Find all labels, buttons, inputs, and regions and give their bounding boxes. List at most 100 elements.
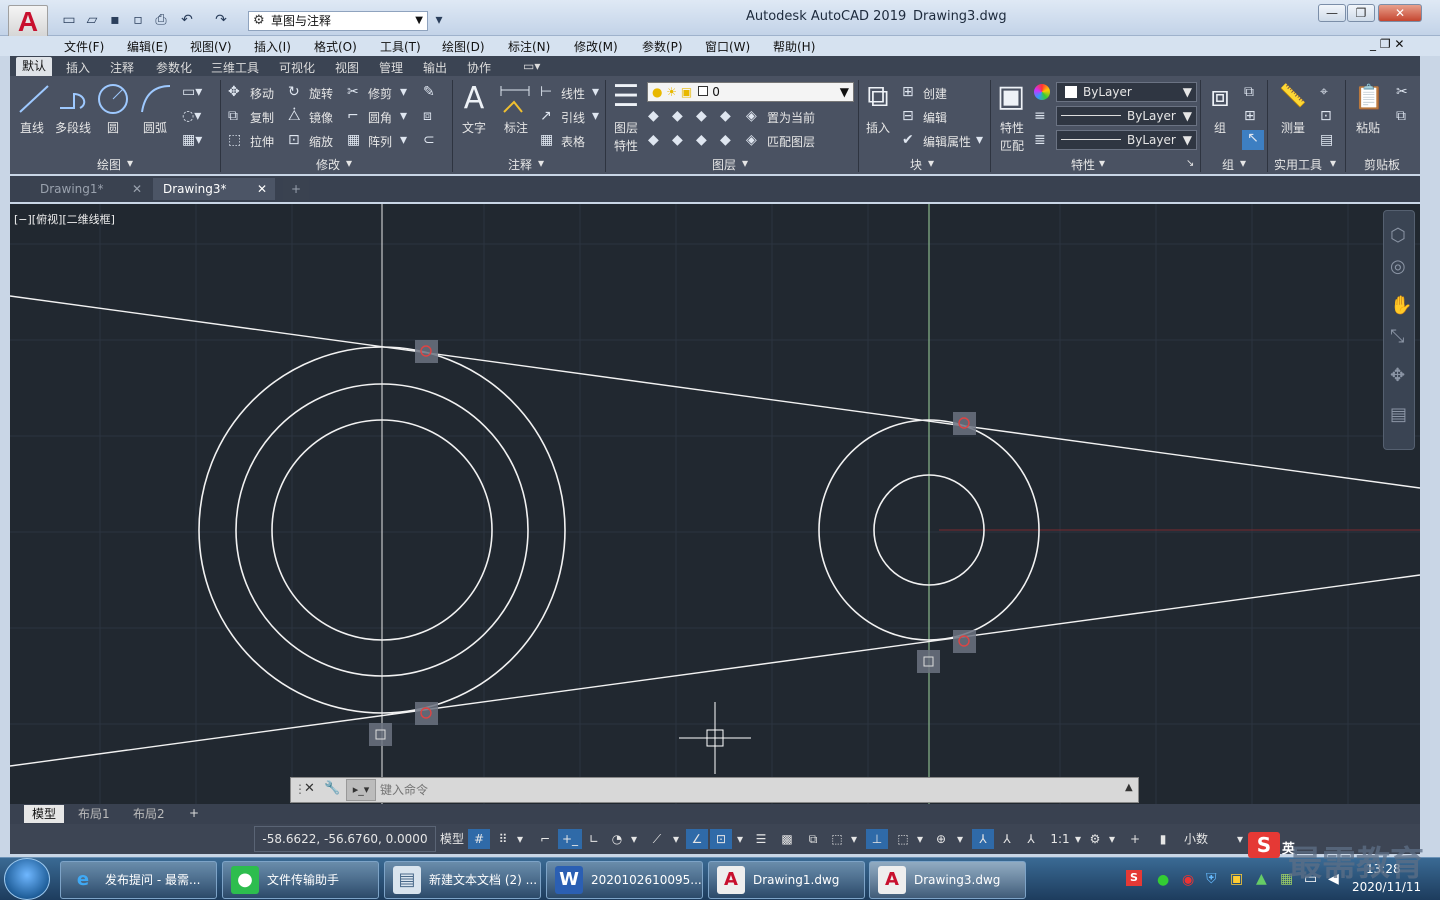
leader-dropdown-icon[interactable]: ▾ [592,108,599,124]
workspace-dropdown-icon[interactable]: ▾ [1106,829,1118,849]
layer-thaw-icon[interactable]: ◆ [696,132,707,148]
block-panel-expand-icon[interactable]: ▾ [928,156,934,170]
ribbon-toggle-icon[interactable]: ▭▾ [523,59,540,73]
gizmo-icon[interactable]: ⊕ [930,829,952,849]
infer-constraints-icon[interactable]: ⌐ [534,829,556,849]
text-label[interactable]: 文字 [462,119,486,136]
taskbar-item-wechat[interactable]: ● 文件传输助手 [222,861,379,899]
layer-unlock-icon[interactable]: ◆ [720,132,731,148]
menu-dimension[interactable]: 标注(N) [508,38,550,55]
fillet-icon[interactable]: ⌐ [347,108,359,124]
close-icon[interactable]: ✕ [257,178,267,200]
menu-window[interactable]: 窗口(W) [705,38,750,55]
weibo-tray-icon[interactable]: ◉ [1182,872,1194,888]
utilities-panel-title[interactable]: 实用工具 [1274,156,1322,173]
close-button[interactable]: ✕ [1378,4,1422,22]
dynamic-input-icon[interactable]: +_ [558,829,582,849]
layers-panel-expand-icon[interactable]: ▾ [742,156,748,170]
layer-freeze-icon[interactable]: ◆ [696,108,707,124]
match-properties-icon[interactable]: ▣ [995,80,1027,114]
scale-icon[interactable]: ⊡ [288,132,300,148]
new-file-icon[interactable]: ▭ [60,12,78,28]
tab-annotate[interactable]: 注释 [110,59,134,76]
dialog-launcher-icon[interactable]: ↘ [1186,158,1194,169]
3d-osnap-dropdown-icon[interactable]: ▾ [848,829,860,849]
scale-label[interactable]: 缩放 [309,133,333,150]
create-label[interactable]: 创建 [923,85,947,102]
paste-label[interactable]: 粘贴 [1356,119,1380,136]
layer-off-icon[interactable]: ◆ [648,108,659,124]
tab-manage[interactable]: 管理 [379,59,403,76]
set-current-icon[interactable]: ◈ [746,108,757,124]
coordinates-display[interactable]: -58.6622, -56.6760, 0.0000 [254,826,436,852]
taskbar-item-notepad[interactable]: ▤ 新建文本文档 (2) ... [384,861,541,899]
taskbar-item-drawing3[interactable]: A Drawing3.dwg [869,861,1026,899]
fillet-dropdown-icon[interactable]: ▾ [400,108,407,124]
menu-view[interactable]: 视图(V) [190,38,232,55]
isometric-dropdown-icon[interactable]: ▾ [670,829,682,849]
group-panel-title[interactable]: 组 [1222,156,1234,173]
drawing-geometry[interactable] [10,204,1420,804]
dimension-icon[interactable] [498,84,532,116]
polar-dropdown-icon[interactable]: ▾ [628,829,640,849]
gradient-icon[interactable]: ▦▾ [182,132,202,148]
viewcube-icon[interactable]: ⬡ [1390,225,1406,246]
create-block-icon[interactable]: ⊞ [902,84,914,100]
menu-insert[interactable]: 插入(I) [254,38,291,55]
group-panel-expand-icon[interactable]: ▾ [1240,156,1246,170]
menu-help[interactable]: 帮助(H) [773,38,815,55]
wrench-icon[interactable]: 🔧 [324,781,340,796]
match-properties-label-2[interactable]: 匹配 [1000,137,1024,154]
linear-label[interactable]: 线性 [561,85,585,102]
tab-output[interactable]: 输出 [423,59,447,76]
taskbar-item-drawing1[interactable]: A Drawing1.dwg [708,861,865,899]
menu-edit[interactable]: 编辑(E) [127,38,168,55]
rotate-icon[interactable]: ↻ [288,84,300,100]
print-icon[interactable]: ⎙ [152,12,170,28]
array-label[interactable]: 阵列 [368,133,392,150]
linetype-icon[interactable]: ≣ [1034,132,1046,148]
windows-start-button[interactable] [4,858,50,900]
lineweight-select[interactable]: ByLayer ▼ [1056,130,1197,150]
mirror-label[interactable]: 镜像 [309,109,333,126]
command-history-icon[interactable]: ▸_▾ [346,779,376,801]
match-layer-label[interactable]: 匹配图层 [767,133,815,150]
cut-icon[interactable]: ✂ [1396,84,1408,100]
tab-view[interactable]: 视图 [335,59,359,76]
layer-lock-icon[interactable]: ◆ [720,108,731,124]
tab-layout2[interactable]: 布局2 [125,805,173,823]
edit-attribute-dropdown-icon[interactable]: ▾ [976,132,983,148]
snap-mode-icon[interactable]: ⠿ [493,829,513,849]
open-folder-icon[interactable]: ▱ [83,12,101,28]
units-dropdown-icon[interactable]: ▾ [1234,829,1246,849]
layer-on-icon[interactable]: ◆ [648,132,659,148]
edit-attribute-label[interactable]: 编辑属性 [923,133,971,150]
annotation-visibility-icon[interactable]: ⅄ [972,829,994,849]
edit-block-icon[interactable]: ⊟ [902,108,914,124]
object-snap-tracking-icon[interactable]: ∠ [686,829,708,849]
trim-icon[interactable]: ✂ [347,84,359,100]
arc-icon[interactable] [138,82,174,116]
stretch-label[interactable]: 拉伸 [250,133,274,150]
table-label[interactable]: 表格 [561,133,585,150]
maximize-button[interactable]: ❐ [1347,4,1375,22]
sogou-tray-icon[interactable]: S [1126,870,1142,886]
fillet-label[interactable]: 圆角 [368,109,392,126]
array-dropdown-icon[interactable]: ▾ [400,132,407,148]
measure-label[interactable]: 测量 [1281,119,1305,136]
save-as-icon[interactable]: ▫ [129,12,147,28]
tangent-line-top[interactable] [10,295,1420,489]
object-snap-icon[interactable]: ⊡ [710,829,732,849]
tab-parametric[interactable]: 参数化 [156,59,192,76]
annotation-monitor-icon[interactable]: + [1124,829,1146,849]
annotation-panel-title[interactable]: 注释 [508,156,532,173]
trim-label[interactable]: 修剪 [368,85,392,102]
match-layer-icon[interactable]: ◈ [746,132,757,148]
doc-tab-drawing1[interactable]: Drawing1* ✕ [30,178,150,200]
viewport-controls-label[interactable]: [−][俯视][二维线框] [14,211,115,227]
lineweight-toggle-icon[interactable]: ☰ [750,829,772,849]
modify-panel-expand-icon[interactable]: ▾ [346,156,352,170]
set-current-label[interactable]: 置为当前 [767,109,815,126]
annotation-scale-icon[interactable]: ⅄ [1020,829,1042,849]
units-icon[interactable]: ▮ [1152,829,1174,849]
